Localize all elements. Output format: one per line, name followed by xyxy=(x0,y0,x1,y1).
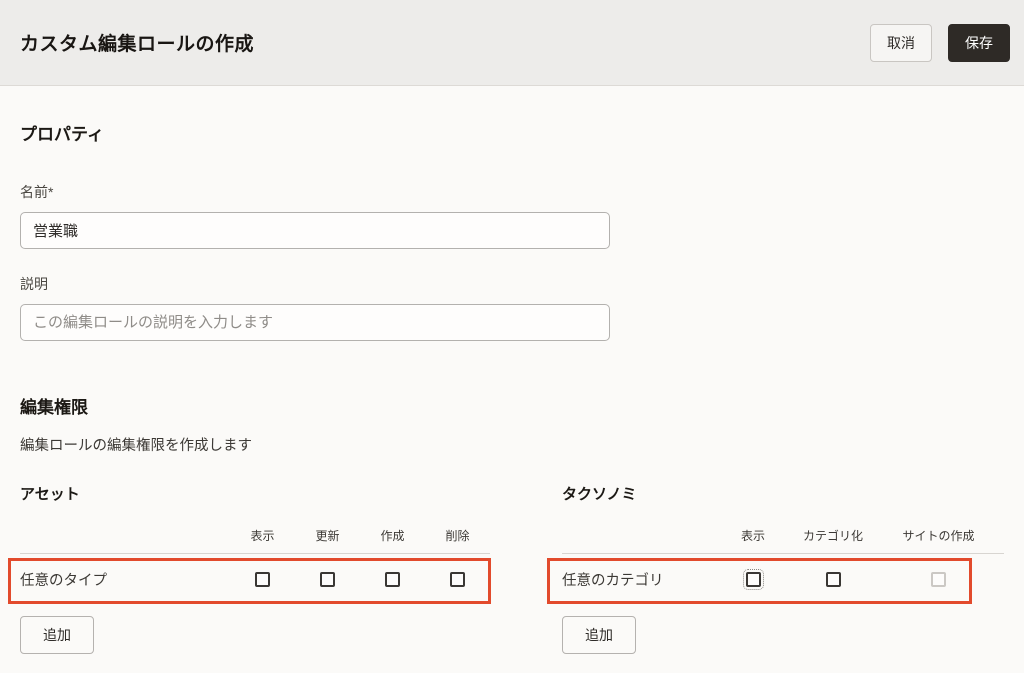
header-actions: 取消 保存 xyxy=(870,24,1010,62)
taxonomy-column-view: 表示 xyxy=(713,527,793,544)
name-label: 名前* xyxy=(20,182,1004,202)
permissions-section-heading: 編集権限 xyxy=(20,393,1004,418)
asset-add-button[interactable]: 追加 xyxy=(20,616,94,654)
permissions-subtitle: 編集ロールの編集権限を作成します xyxy=(20,434,1004,455)
name-field-block: 名前* xyxy=(20,182,1004,249)
taxonomy-view-checkbox[interactable] xyxy=(746,572,761,587)
asset-update-checkbox[interactable] xyxy=(320,572,335,587)
asset-view-checkbox[interactable] xyxy=(255,572,270,587)
taxonomy-any-category-row: 任意のカテゴリ xyxy=(562,554,1004,604)
taxonomy-permissions-table: タクソノミ 表示 カテゴリ化 サイトの作成 任意のカテゴリ 追加 xyxy=(562,483,1004,654)
taxonomy-column-site-create: サイトの作成 xyxy=(873,527,1004,544)
asset-table-heading: アセット xyxy=(20,483,490,504)
taxonomy-column-categorize: カテゴリ化 xyxy=(793,527,873,544)
asset-permissions-table: アセット 表示 更新 作成 削除 任意のタイプ 追加 xyxy=(20,483,490,654)
asset-row-label: 任意のタイプ xyxy=(20,569,230,590)
asset-column-create: 作成 xyxy=(360,527,425,544)
taxonomy-site-create-checkbox xyxy=(931,572,946,587)
asset-delete-checkbox[interactable] xyxy=(450,572,465,587)
taxonomy-row-label: 任意のカテゴリ xyxy=(562,569,713,590)
name-input[interactable] xyxy=(20,212,610,249)
permissions-columns: アセット 表示 更新 作成 削除 任意のタイプ 追加 タクソノミ xyxy=(20,483,1004,654)
asset-table-header-row: 表示 更新 作成 削除 xyxy=(20,522,490,554)
main-content: プロパティ 名前* 説明 編集権限 編集ロールの編集権限を作成します アセット … xyxy=(0,120,1024,654)
asset-create-checkbox[interactable] xyxy=(385,572,400,587)
taxonomy-add-button[interactable]: 追加 xyxy=(562,616,636,654)
properties-section-heading: プロパティ xyxy=(20,120,1004,145)
taxonomy-categorize-checkbox[interactable] xyxy=(826,572,841,587)
taxonomy-table-header-row: 表示 カテゴリ化 サイトの作成 xyxy=(562,522,1004,554)
taxonomy-table-heading: タクソノミ xyxy=(562,483,1004,504)
description-input[interactable] xyxy=(20,304,610,341)
save-button[interactable]: 保存 xyxy=(948,24,1010,62)
asset-column-view: 表示 xyxy=(230,527,295,544)
cancel-button[interactable]: 取消 xyxy=(870,24,932,62)
asset-column-delete: 削除 xyxy=(425,527,490,544)
description-label: 説明 xyxy=(20,274,1004,294)
asset-any-type-row: 任意のタイプ xyxy=(20,554,490,604)
page-title: カスタム編集ロールの作成 xyxy=(20,29,254,56)
description-field-block: 説明 xyxy=(20,274,1004,341)
page-header: カスタム編集ロールの作成 取消 保存 xyxy=(0,0,1024,86)
asset-column-update: 更新 xyxy=(295,527,360,544)
